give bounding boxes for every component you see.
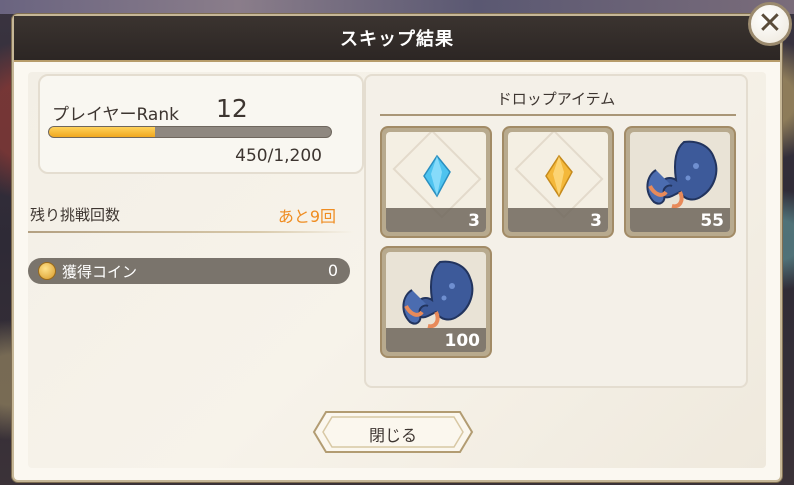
- drop-item-count: 100: [444, 331, 481, 351]
- player-rank-value: 12: [216, 94, 248, 123]
- crab-claw-icon: [646, 140, 718, 209]
- blue-crystal-icon: [423, 154, 451, 198]
- coin-icon: [38, 262, 56, 280]
- yellow-crystal-icon: [545, 154, 573, 198]
- drop-item[interactable]: 3: [502, 126, 614, 238]
- exp-progress-fill: [49, 127, 155, 137]
- player-rank-label: プレイヤーRank: [52, 105, 179, 125]
- drop-item[interactable]: 55: [624, 126, 736, 238]
- drop-item[interactable]: 3: [380, 126, 492, 238]
- exp-progress-bar: [48, 126, 332, 138]
- close-button-label: 閉じる: [368, 426, 417, 445]
- drop-item-count: 3: [468, 211, 480, 231]
- exp-text: 450/1,200: [235, 146, 322, 166]
- dialog-title: スキップ結果: [340, 29, 454, 50]
- remaining-challenges-label: 残り挑戦回数: [30, 206, 121, 224]
- remaining-challenges-value: あと9回: [277, 207, 336, 226]
- coin-label: 獲得コイン: [62, 263, 138, 281]
- drop-item-count: 3: [590, 211, 602, 231]
- drop-title-divider: [380, 114, 736, 116]
- dialog-title-bar: スキップ結果: [14, 16, 780, 62]
- coin-value: 0: [327, 261, 338, 280]
- coin-row: 獲得コイン 0: [28, 258, 350, 284]
- crab-claw-icon: [402, 260, 474, 329]
- challenges-divider: [28, 231, 354, 233]
- drop-item-count: 55: [700, 211, 724, 231]
- close-icon[interactable]: ✕: [748, 2, 792, 46]
- close-button[interactable]: 閉じる: [312, 410, 474, 454]
- drop-item[interactable]: 100: [380, 246, 492, 358]
- background-top-strip: [0, 0, 794, 14]
- player-rank-card: プレイヤーRank 12 450/1,200: [38, 74, 364, 174]
- drop-items-title: ドロップアイテム: [496, 90, 616, 108]
